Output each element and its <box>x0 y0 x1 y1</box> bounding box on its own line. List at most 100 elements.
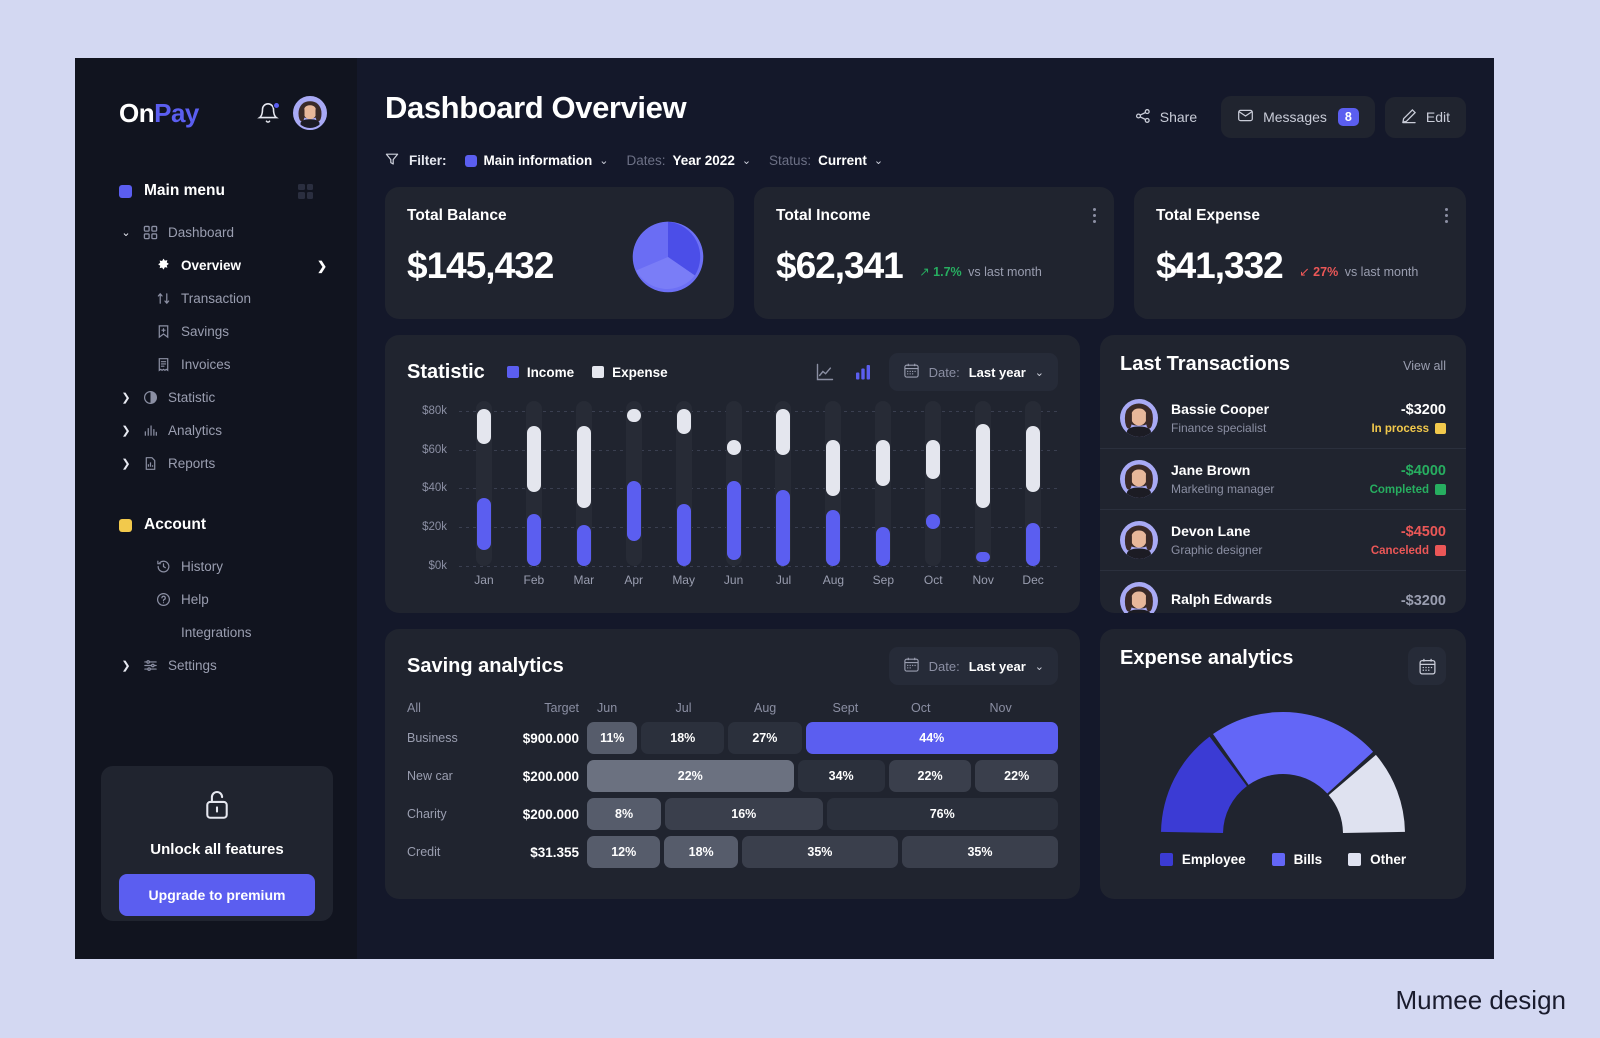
calendar-icon <box>903 656 920 676</box>
sidebar-item-invoices[interactable]: Invoices <box>97 348 335 381</box>
sidebar-item-overview[interactable]: Overview ❯ <box>97 249 335 282</box>
chart-column <box>858 401 908 566</box>
chart-column <box>659 401 709 566</box>
bar-expense <box>626 408 641 423</box>
sidebar-item-label: Transaction <box>181 291 252 306</box>
bar-expense <box>926 439 941 479</box>
sidebar-item-reports[interactable]: ❯ Reports <box>97 447 335 480</box>
saving-row-bars: 8% 16% 76% <box>587 798 1058 830</box>
bar-income <box>826 509 841 566</box>
saving-date-select[interactable]: Date: Last year ⌄ <box>888 647 1058 685</box>
avatar <box>1120 582 1158 613</box>
saving-segment[interactable]: 16% <box>665 798 823 830</box>
transaction-amount: -$3200 <box>1400 401 1446 418</box>
sidebar-item-transaction[interactable]: Transaction <box>97 282 335 315</box>
messages-count-badge: 8 <box>1337 108 1359 126</box>
view-all-link[interactable]: View all <box>1403 359 1446 373</box>
card-menu-icon[interactable] <box>1445 205 1448 226</box>
transaction-right: -$4500 Canceledd <box>1371 524 1446 557</box>
notification-bell-icon[interactable] <box>257 102 280 124</box>
statistic-tools: Date: Last year ⌄ <box>813 353 1058 391</box>
header-actions: Share Messages 8 Edit <box>1121 90 1466 138</box>
brand-logo[interactable]: OnPay <box>119 98 199 129</box>
status-label: Status: <box>769 153 812 168</box>
transaction-row[interactable]: Devon Lane Graphic designer -$4500 Canceled… <box>1100 509 1466 570</box>
saving-segment[interactable]: 22% <box>975 760 1058 792</box>
saving-segment[interactable]: 44% <box>805 722 1058 754</box>
transfer-icon <box>155 290 172 307</box>
delta-note: vs last month <box>1344 265 1419 279</box>
messages-button[interactable]: Messages 8 <box>1221 96 1375 138</box>
sidebar-item-help[interactable]: Help <box>97 583 335 616</box>
line-chart-icon[interactable] <box>813 360 837 384</box>
bar-income <box>776 490 791 566</box>
sidebar-item-settings[interactable]: ❯ Settings <box>97 649 335 682</box>
sidebar-section-account: Account <box>97 508 335 542</box>
saving-segment[interactable]: 35% <box>901 836 1058 868</box>
collapse-grid-icon[interactable] <box>298 183 313 199</box>
transaction-row[interactable]: Bassie Cooper Finance specialist -$3200 In … <box>1100 388 1466 448</box>
saving-segment[interactable]: 76% <box>826 798 1058 830</box>
expense-legend-item: Employee <box>1159 852 1246 867</box>
statistic-chart: $0k $20k $40k $60k $80k Jan Feb Mar Apr May Jun Ju… <box>407 401 1058 606</box>
saving-segment[interactable]: 12% <box>587 836 661 868</box>
bar-income <box>626 480 641 541</box>
statistic-date-select[interactable]: Date: Last year ⌄ <box>888 353 1058 391</box>
expense-legend-item: Bills <box>1271 852 1322 867</box>
saving-segment[interactable]: 18% <box>664 836 738 868</box>
user-avatar[interactable] <box>293 96 327 130</box>
sidebar-item-analytics[interactable]: ❯ Analytics <box>97 414 335 447</box>
transaction-row[interactable]: Ralph Edwards -$3200 <box>1100 570 1466 613</box>
card-menu-icon[interactable] <box>1093 205 1096 226</box>
sidebar-item-statistic[interactable]: ❯ Statistic <box>97 381 335 414</box>
saving-segment[interactable]: 27% <box>728 722 802 754</box>
saving-segment[interactable]: 18% <box>641 722 725 754</box>
saving-row: Business $900.000 11% 18% 27% 44% <box>407 719 1058 757</box>
saving-col-header: Jul <box>675 701 692 715</box>
sidebar-item-integrations[interactable]: Integrations <box>97 616 335 649</box>
filter-main-select[interactable]: Main information ⌄ <box>464 153 608 168</box>
invoice-icon <box>155 356 172 373</box>
edit-button[interactable]: Edit <box>1384 96 1466 138</box>
total-balance-card: Total Balance $145,432 <box>385 187 734 319</box>
card-title: Total Income <box>776 207 871 224</box>
transaction-amount: -$4500 <box>1400 523 1446 540</box>
x-tick: Oct <box>923 573 943 587</box>
saving-segment[interactable]: 8% <box>587 798 662 830</box>
transaction-amount: -$3200 <box>1400 593 1446 609</box>
bars-icon <box>142 422 159 439</box>
chart-column <box>709 401 759 566</box>
bar-chart-icon[interactable] <box>851 360 875 384</box>
gridline <box>459 566 1058 567</box>
saving-segment[interactable]: 34% <box>797 760 885 792</box>
page-header: Dashboard Overview Share Messages 8 Edit <box>385 90 1466 138</box>
share-button[interactable]: Share <box>1121 98 1211 137</box>
sidebar-item-dashboard[interactable]: ⌄ Dashboard <box>97 216 335 249</box>
expense-calendar-button[interactable] <box>1408 647 1446 685</box>
sidebar-item-history[interactable]: History <box>97 550 335 583</box>
saving-segment[interactable]: 22% <box>587 760 794 792</box>
x-tick: Nov <box>972 573 994 587</box>
sidebar-item-savings[interactable]: Savings <box>97 315 335 348</box>
expense-gauge-chart <box>1120 684 1446 844</box>
sidebar-item-label: Reports <box>168 456 216 471</box>
y-tick: $80k <box>422 404 447 417</box>
filter-dates-select[interactable]: Dates: Year 2022 ⌄ <box>626 153 751 168</box>
upgrade-button[interactable]: Upgrade to premium <box>119 874 315 916</box>
transaction-row[interactable]: Jane Brown Marketing manager -$4000 Complet… <box>1100 448 1466 509</box>
x-tick: Jan <box>474 573 494 587</box>
upgrade-title: Unlock all features <box>150 841 284 858</box>
avatar <box>1120 521 1158 559</box>
saving-segment[interactable]: 11% <box>587 722 638 754</box>
saving-segment[interactable]: 22% <box>888 760 972 792</box>
chevron-right-icon: ❯ <box>121 458 131 470</box>
sparkle-icon <box>155 257 172 274</box>
filter-status-select[interactable]: Status: Current ⌄ <box>769 153 883 168</box>
bar-income <box>576 525 591 566</box>
bar-income <box>1026 523 1041 566</box>
bar-income <box>676 503 691 566</box>
saving-row: Charity $200.000 8% 16% 76% <box>407 795 1058 833</box>
transaction-info: Bassie Cooper Finance specialist <box>1171 401 1269 435</box>
chart-y-axis: $0k $20k $40k $60k $80k <box>407 401 451 572</box>
saving-segment[interactable]: 35% <box>741 836 898 868</box>
